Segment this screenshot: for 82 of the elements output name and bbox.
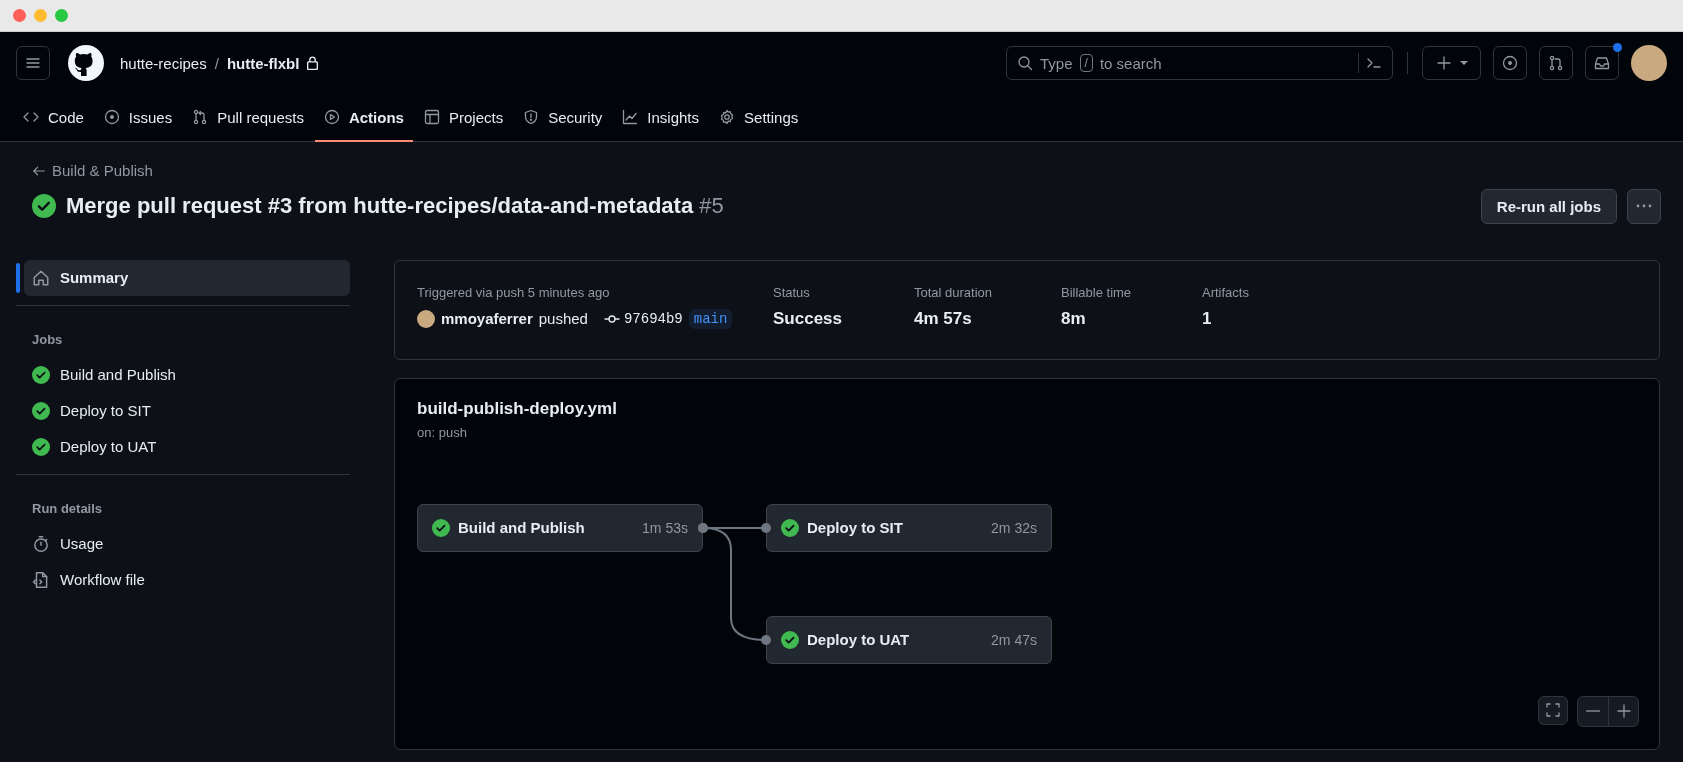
stat-value: 1 [1202, 308, 1213, 329]
shield-icon [523, 109, 540, 125]
stat-label: Billable time [1061, 284, 1133, 300]
job-node[interactable]: Deploy to UAT 2m 47s [766, 615, 1052, 664]
job-node[interactable]: Build and Publish 1m 53s [417, 503, 703, 552]
inbox-icon [1594, 55, 1610, 71]
path-separator: / [214, 54, 219, 72]
file-code-icon [32, 570, 50, 589]
home-icon [31, 268, 50, 287]
stat-value: 8m [1061, 308, 1087, 329]
repo-tab[interactable]: Actions [314, 94, 413, 142]
stat-value: 4m 57s [914, 308, 973, 329]
inbox-button[interactable] [1585, 46, 1619, 80]
back-link[interactable]: Build & Publish [32, 162, 153, 179]
job-duration: 1m 53s [642, 519, 688, 536]
gear-icon [719, 109, 736, 125]
job-duration: 2m 47s [991, 631, 1037, 648]
sidebar-item[interactable]: Workflow file [24, 561, 350, 598]
search-hint: Type [1040, 54, 1073, 72]
line-graph-icon [622, 109, 639, 125]
search-icon [1017, 55, 1033, 71]
stat-label: Total duration [914, 284, 994, 300]
kebab-icon [1636, 204, 1652, 208]
repo-tab[interactable]: Issues [94, 94, 182, 142]
repo-tab[interactable]: Insights [613, 94, 709, 142]
search-hint: to search [1099, 54, 1163, 72]
pull-request-icon [1548, 55, 1564, 71]
section-heading: Run details [31, 499, 104, 518]
create-new-button[interactable] [1422, 46, 1481, 80]
sidebar-item[interactable]: Build and Publish [24, 356, 350, 393]
octocat-logo-icon[interactable] [68, 45, 104, 81]
pull-requests-button[interactable] [1539, 46, 1573, 80]
job-name: Deploy to UAT [807, 631, 911, 648]
sidebar-item[interactable]: Deploy to SIT [24, 392, 350, 429]
workflow-file-name: build-publish-deploy.yml [417, 398, 618, 419]
trigger-text: Triggered via push 5 minutes ago [417, 284, 611, 300]
repo-tab[interactable]: Settings [710, 94, 808, 142]
job-node[interactable]: Deploy to SIT 2m 32s [766, 503, 1052, 552]
job-duration: 2m 32s [991, 519, 1037, 536]
play-circle-icon [323, 109, 340, 125]
search-field[interactable]: Type / to search [1006, 46, 1393, 80]
minus-icon [1586, 710, 1600, 712]
plus-icon [1435, 55, 1452, 71]
commit-link[interactable]: 97694b9 [623, 310, 683, 327]
left-arrow-icon [32, 163, 46, 178]
caret-icon [1459, 59, 1468, 67]
plus-icon [1615, 703, 1632, 719]
stat-label: Status [773, 284, 811, 300]
slash-key: / [1079, 54, 1093, 72]
issues-button[interactable] [1493, 46, 1527, 80]
fullscreen-button[interactable] [1538, 695, 1568, 725]
sidebar-item[interactable]: Deploy to UAT [24, 428, 350, 465]
close-window-button[interactable] [13, 9, 26, 22]
job-name: Build and Publish [458, 519, 586, 536]
repo-tab[interactable]: Security [514, 94, 612, 142]
run-title: Merge pull request #3 from hutte-recipes/data-and-metadata #5 [66, 193, 725, 219]
sidebar-item[interactable]: Usage [24, 525, 350, 562]
avatar[interactable] [1631, 45, 1667, 81]
repo-tab[interactable]: Pull requests [183, 94, 313, 142]
stat-value: Success [773, 308, 843, 329]
actor-link[interactable]: mmoyaferrer [441, 310, 533, 327]
issue-circle-icon [103, 109, 120, 125]
repo-tab[interactable]: Projects [414, 94, 513, 142]
fullscreen-icon [1545, 702, 1561, 718]
repo-tab[interactable]: Code [14, 94, 93, 142]
job-name: Deploy to SIT [807, 519, 904, 536]
pull-request-icon [192, 109, 209, 125]
stat-label: Artifacts [1202, 284, 1250, 300]
avatar [417, 309, 435, 328]
owner-link[interactable]: hutte-recipes [120, 54, 207, 72]
menu-icon [25, 55, 41, 71]
issue-circle-icon [1502, 55, 1518, 71]
branch-label[interactable]: main [688, 308, 733, 329]
repo-link[interactable]: hutte-flxbl [226, 54, 300, 72]
table-icon [423, 109, 440, 125]
summary-item[interactable]: Summary [23, 259, 350, 296]
action-text: pushed [538, 310, 588, 327]
workflow-trigger: on: push [417, 424, 468, 440]
menu-button[interactable] [16, 46, 50, 80]
stopwatch-icon [32, 534, 50, 553]
rerun-button[interactable]: Re-run all jobs [1480, 188, 1617, 224]
section-heading: Jobs [31, 330, 64, 349]
